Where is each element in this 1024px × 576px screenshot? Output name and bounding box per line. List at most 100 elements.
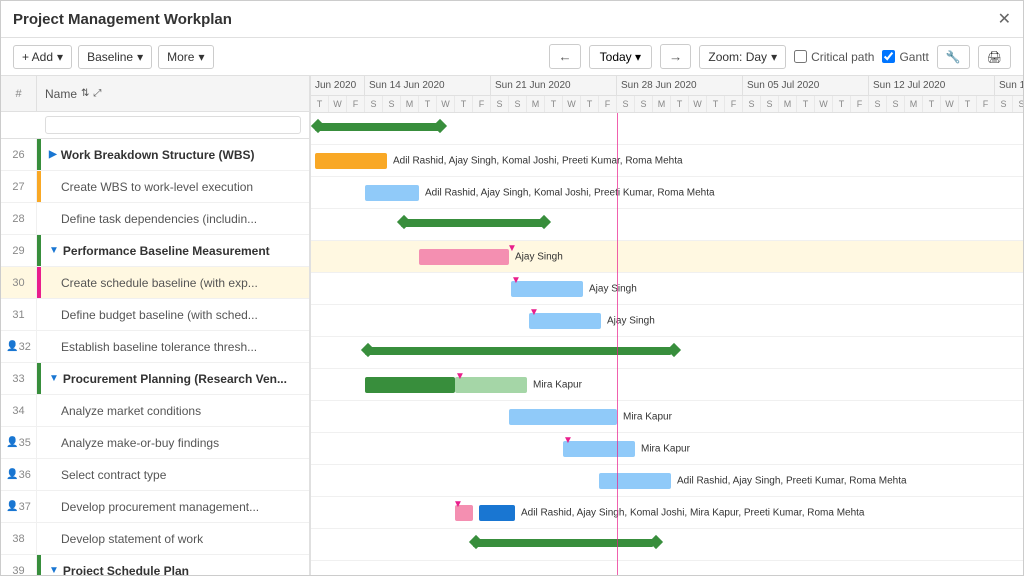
gantt-day: F (851, 96, 869, 112)
gantt-day: T (311, 96, 329, 112)
task-row: 33 ▼ Procurement Planning (Research Ven.… (1, 363, 309, 395)
task-row: 29 ▼ Performance Baseline Measurement (1, 235, 309, 267)
gantt-checkbox[interactable] (882, 50, 895, 63)
row-number: 33 (1, 363, 37, 394)
search-row (1, 112, 309, 139)
gantt-toggle[interactable]: Gantt (882, 50, 928, 64)
baseline-button[interactable]: Baseline ▾ (78, 45, 152, 69)
gantt-bar-pink (419, 249, 509, 265)
today-button[interactable]: Today ▾ (589, 45, 652, 69)
dependency-arrow: ▼ (455, 371, 465, 382)
gantt-day: W (437, 96, 455, 112)
gantt-day: W (941, 96, 959, 112)
gantt-bar-label: Adil Rashid, Ajay Singh, Preeti Kumar, R… (677, 475, 907, 486)
tools-button[interactable]: 🔧 (937, 45, 970, 69)
gantt-day: F (725, 96, 743, 112)
gantt-row-35: Mira Kapur (311, 401, 1023, 433)
next-nav-button[interactable]: → (660, 44, 691, 69)
gantt-week: Sun 12 Jul 2020 (869, 76, 995, 95)
gantt-bar-group (315, 123, 441, 131)
gantt-day: S (509, 96, 527, 112)
task-row: 👤 32 Establish baseline tolerance thresh… (1, 331, 309, 363)
tools-icon: 🔧 (946, 50, 961, 64)
expand-icon[interactable]: ⤢ (93, 88, 101, 99)
print-button[interactable]: 🖨 (978, 45, 1011, 69)
row-number: 👤 37 (1, 491, 37, 522)
gantt-bar-group (473, 539, 653, 547)
gantt-week: Jun 2020 (311, 76, 365, 95)
row-number: 👤 32 (1, 331, 37, 362)
gantt-day: S (635, 96, 653, 112)
gantt-day: M (401, 96, 419, 112)
more-button[interactable]: More ▾ (158, 45, 213, 69)
hash-column-header: # (1, 76, 37, 111)
name-label: Name (45, 87, 77, 101)
gantt-bar-group (365, 347, 671, 355)
gantt-day: T (923, 96, 941, 112)
task-row: 39 ▼ Project Schedule Plan (1, 555, 309, 575)
gantt-day: S (869, 96, 887, 112)
gantt-day: M (905, 96, 923, 112)
toolbar-left: + Add ▾ Baseline ▾ More ▾ (13, 45, 214, 69)
gantt-day: S (995, 96, 1013, 112)
gantt-day: T (959, 96, 977, 112)
close-button[interactable]: ✕ (998, 9, 1011, 29)
gantt-row-31: Ajay Singh ▼ (311, 273, 1023, 305)
task-name: Define task dependencies (includin... (41, 212, 309, 226)
gantt-bar-blue-light (599, 473, 671, 489)
gantt-bar-label: Mira Kapur (533, 379, 582, 390)
print-icon: 🖨 (987, 50, 1002, 64)
gantt-bar-blue-light (511, 281, 583, 297)
gantt-week: Sun 19 Jul 2020 (995, 76, 1023, 95)
gantt-day: T (797, 96, 815, 112)
toolbar-right: ← Today ▾ → Zoom: Day ▾ Critical path Ga… (549, 44, 1011, 69)
task-name: Establish baseline tolerance thresh... (41, 340, 309, 354)
task-name: ▼ Project Schedule Plan (41, 564, 309, 576)
row-number: 26 (1, 139, 37, 170)
gantt-day: F (473, 96, 491, 112)
toolbar: + Add ▾ Baseline ▾ More ▾ ← Today ▾ → Zo… (1, 38, 1023, 76)
title-bar: Project Management Workplan ✕ (1, 1, 1023, 38)
sort-icon[interactable]: ⇅ (81, 88, 89, 99)
task-name: Define budget baseline (with sched... (41, 308, 309, 322)
search-input[interactable] (45, 116, 301, 134)
gantt-bar-label: Ajay Singh (607, 315, 655, 326)
gantt-row-32: Ajay Singh ▼ (311, 305, 1023, 337)
task-name: Create WBS to work-level execution (41, 180, 309, 194)
today-chevron-icon: ▾ (635, 50, 641, 64)
gantt-day: W (689, 96, 707, 112)
row-number: 39 (1, 555, 37, 575)
row-number: 30 (1, 267, 37, 298)
collapse-icon[interactable]: ▼ (49, 245, 59, 256)
gantt-bar-blue-light (529, 313, 601, 329)
critical-path-toggle[interactable]: Critical path (794, 50, 874, 64)
gantt-day: S (383, 96, 401, 112)
gantt-bar-group (401, 219, 545, 227)
gantt-row-33 (311, 337, 1023, 369)
gantt-row-28: Adil Rashid, Ajay Singh, Komal Joshi, Pr… (311, 177, 1023, 209)
gantt-day: T (707, 96, 725, 112)
row-number: 28 (1, 203, 37, 234)
task-name: Analyze market conditions (41, 404, 309, 418)
row-number: 27 (1, 171, 37, 202)
gantt-bar-label: Ajay Singh (589, 283, 637, 294)
collapse-icon[interactable]: ▶ (49, 149, 57, 160)
zoom-button[interactable]: Zoom: Day ▾ (699, 45, 786, 69)
baseline-label: Baseline (87, 50, 133, 64)
gantt-row-38: Adil Rashid, Ajay Singh, Komal Joshi, Mi… (311, 497, 1023, 529)
collapse-icon[interactable]: ▼ (49, 373, 59, 384)
gantt-bar-label: Adil Rashid, Ajay Singh, Komal Joshi, Mi… (521, 507, 865, 518)
gantt-day: T (419, 96, 437, 112)
gantt-day: F (599, 96, 617, 112)
critical-path-checkbox[interactable] (794, 50, 807, 63)
gantt-row-37: Adil Rashid, Ajay Singh, Preeti Kumar, R… (311, 465, 1023, 497)
today-label: Today (600, 50, 632, 64)
gantt-bar-blue (365, 185, 419, 201)
prev-nav-button[interactable]: ← (549, 44, 580, 69)
add-button[interactable]: + Add ▾ (13, 45, 72, 69)
row-number: 👤 36 (1, 459, 37, 490)
gantt-week: Sun 14 Jun 2020 (365, 76, 491, 95)
task-name: Select contract type (41, 468, 309, 482)
collapse-icon[interactable]: ▼ (49, 565, 59, 575)
dependency-arrow: ▼ (453, 499, 463, 510)
